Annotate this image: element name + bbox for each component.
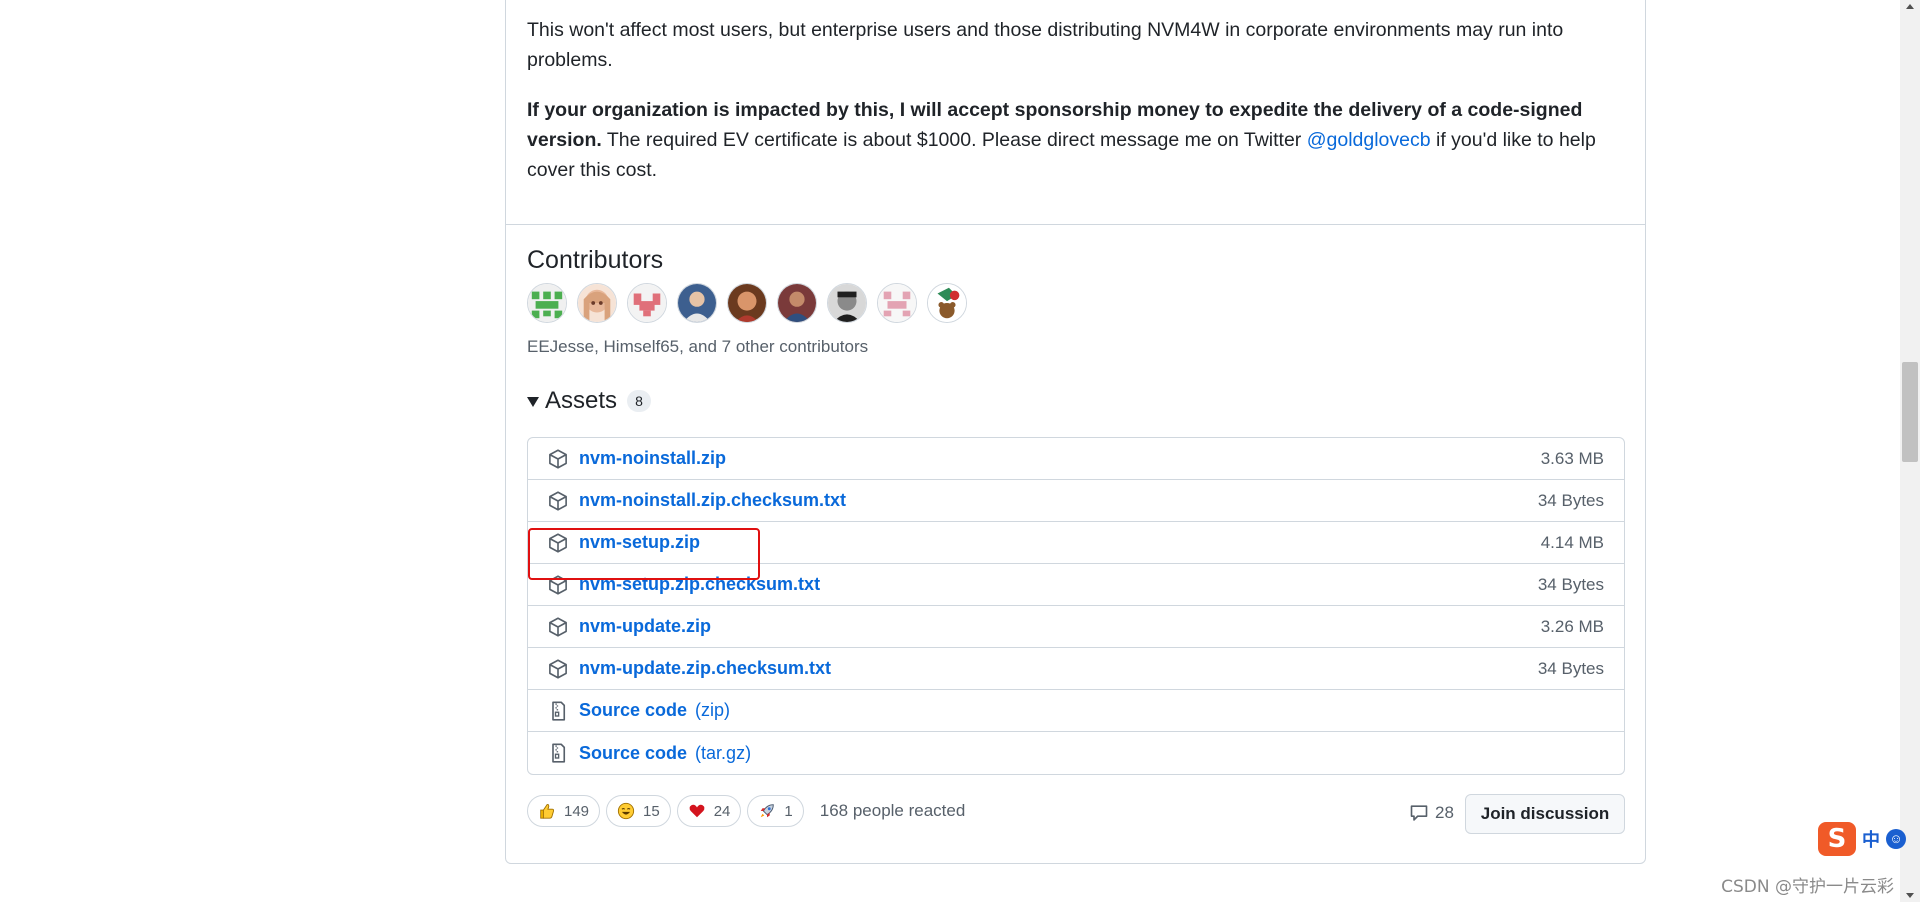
asset-link[interactable]: nvm-setup.zip.checksum.txt bbox=[579, 574, 820, 595]
comment-icon bbox=[1410, 805, 1428, 821]
contributors-summary: EEJesse, Himself65, and 7 other contribu… bbox=[527, 337, 869, 356]
scroll-down-icon[interactable] bbox=[1906, 893, 1914, 898]
package-icon bbox=[549, 491, 567, 511]
source-code-targz-link[interactable]: Source code (tar.gz) bbox=[579, 743, 751, 764]
release-paragraph-1: This won't affect most users, but enterp… bbox=[527, 19, 1564, 71]
asset-row: nvm-update.zip.checksum.txt 34 Bytes bbox=[528, 648, 1624, 690]
assets-title: Assets bbox=[545, 387, 618, 414]
sogou-logo-icon[interactable]: S bbox=[1818, 822, 1856, 856]
section-divider bbox=[506, 224, 1645, 225]
package-icon bbox=[549, 533, 567, 553]
reaction-count: 15 bbox=[643, 802, 660, 820]
package-icon bbox=[549, 659, 567, 679]
contributors-avatars bbox=[527, 283, 967, 323]
scrollbar[interactable] bbox=[1900, 0, 1920, 902]
asset-row: nvm-setup.zip.checksum.txt 34 Bytes bbox=[528, 564, 1624, 606]
release-paragraph-2: If your organization is impacted by this… bbox=[527, 95, 1627, 185]
asset-link[interactable]: nvm-setup.zip bbox=[579, 532, 700, 553]
reaction-rocket[interactable]: 1 bbox=[747, 795, 804, 827]
reaction-count: 24 bbox=[713, 802, 731, 820]
comments-count[interactable]: 28 bbox=[1409, 803, 1454, 823]
reaction-thumbs-up[interactable]: 149 bbox=[527, 795, 601, 827]
rocket-icon bbox=[761, 804, 775, 818]
assets-count-badge: 8 bbox=[627, 390, 652, 412]
heart-icon bbox=[689, 804, 705, 818]
asset-link[interactable]: nvm-noinstall.zip.checksum.txt bbox=[579, 490, 846, 511]
asset-row: Source code (zip) bbox=[528, 690, 1624, 732]
package-icon bbox=[549, 617, 567, 637]
laugh-icon bbox=[617, 802, 635, 820]
asset-link[interactable]: nvm-update.zip.checksum.txt bbox=[579, 658, 831, 679]
scrollbar-thumb[interactable] bbox=[1902, 362, 1918, 462]
avatar[interactable] bbox=[927, 283, 967, 323]
asset-size: 34 Bytes bbox=[1537, 658, 1604, 678]
avatar[interactable] bbox=[727, 283, 767, 323]
reaction-laugh[interactable]: 15 bbox=[606, 795, 671, 827]
ime-toolbar: S 中 ☺ bbox=[1818, 822, 1906, 856]
file-zip-icon bbox=[552, 743, 566, 763]
source-code-zip-link[interactable]: Source code (zip) bbox=[579, 700, 730, 721]
sponsorship-text: The required EV certificate is about $10… bbox=[601, 129, 1307, 151]
asset-row: nvm-noinstall.zip.checksum.txt 34 Bytes bbox=[528, 480, 1624, 522]
avatar[interactable] bbox=[677, 283, 717, 323]
asset-size: 34 Bytes bbox=[1537, 490, 1604, 510]
asset-row: Source code (tar.gz) bbox=[528, 732, 1624, 774]
assets-list: nvm-noinstall.zip 3.63 MB nvm-noinstall.… bbox=[527, 437, 1625, 775]
asset-suffix: (tar.gz) bbox=[695, 742, 752, 763]
file-zip-icon bbox=[552, 701, 566, 721]
asset-size: 34 Bytes bbox=[1537, 574, 1604, 594]
assets-toggle[interactable]: Assets 8 bbox=[527, 387, 652, 415]
page: This won't affect most users, but enterp… bbox=[0, 0, 1920, 902]
asset-link[interactable]: nvm-update.zip bbox=[579, 616, 711, 637]
avatar[interactable] bbox=[527, 283, 567, 323]
scroll-up-icon[interactable] bbox=[1906, 4, 1914, 9]
reaction-count: 149 bbox=[564, 802, 590, 820]
asset-row: nvm-noinstall.zip 3.63 MB bbox=[528, 438, 1624, 480]
asset-row: nvm-update.zip 3.26 MB bbox=[528, 606, 1624, 648]
asset-link: Source code bbox=[579, 742, 688, 763]
watermark: CSDN @守护一片云彩 bbox=[1721, 877, 1894, 897]
reaction-heart[interactable]: 24 bbox=[676, 795, 742, 827]
asset-suffix: (zip) bbox=[695, 700, 731, 720]
asset-link[interactable]: nvm-noinstall.zip bbox=[579, 448, 726, 469]
asset-size: 3.63 MB bbox=[1540, 448, 1604, 468]
join-discussion-button[interactable]: Join discussion bbox=[1465, 794, 1625, 834]
release-card: This won't affect most users, but enterp… bbox=[505, 0, 1646, 864]
reactions-bar: 149 15 24 1 168 people reacted bbox=[527, 795, 965, 827]
caret-down-icon bbox=[527, 397, 539, 407]
package-icon bbox=[549, 449, 567, 469]
thumbs-up-icon bbox=[540, 804, 555, 819]
asset-link: Source code bbox=[579, 700, 688, 720]
reactions-summary: 168 people reacted bbox=[819, 801, 966, 820]
avatar[interactable] bbox=[877, 283, 917, 323]
asset-size: 3.26 MB bbox=[1540, 616, 1604, 636]
twitter-link[interactable]: @goldglovecb bbox=[1307, 129, 1431, 151]
comment-count: 28 bbox=[1435, 803, 1454, 822]
emoji-face-icon[interactable]: ☺ bbox=[1886, 829, 1906, 849]
asset-row: nvm-setup.zip 4.14 MB bbox=[528, 522, 1624, 564]
avatar[interactable] bbox=[577, 283, 617, 323]
avatar[interactable] bbox=[777, 283, 817, 323]
contributors-title: Contributors bbox=[527, 246, 664, 274]
asset-size: 4.14 MB bbox=[1540, 532, 1604, 552]
reaction-count: 1 bbox=[784, 802, 793, 820]
avatar[interactable] bbox=[827, 283, 867, 323]
ime-mode-toggle[interactable]: 中 bbox=[1862, 826, 1880, 852]
package-icon bbox=[549, 575, 567, 595]
avatar[interactable] bbox=[627, 283, 667, 323]
